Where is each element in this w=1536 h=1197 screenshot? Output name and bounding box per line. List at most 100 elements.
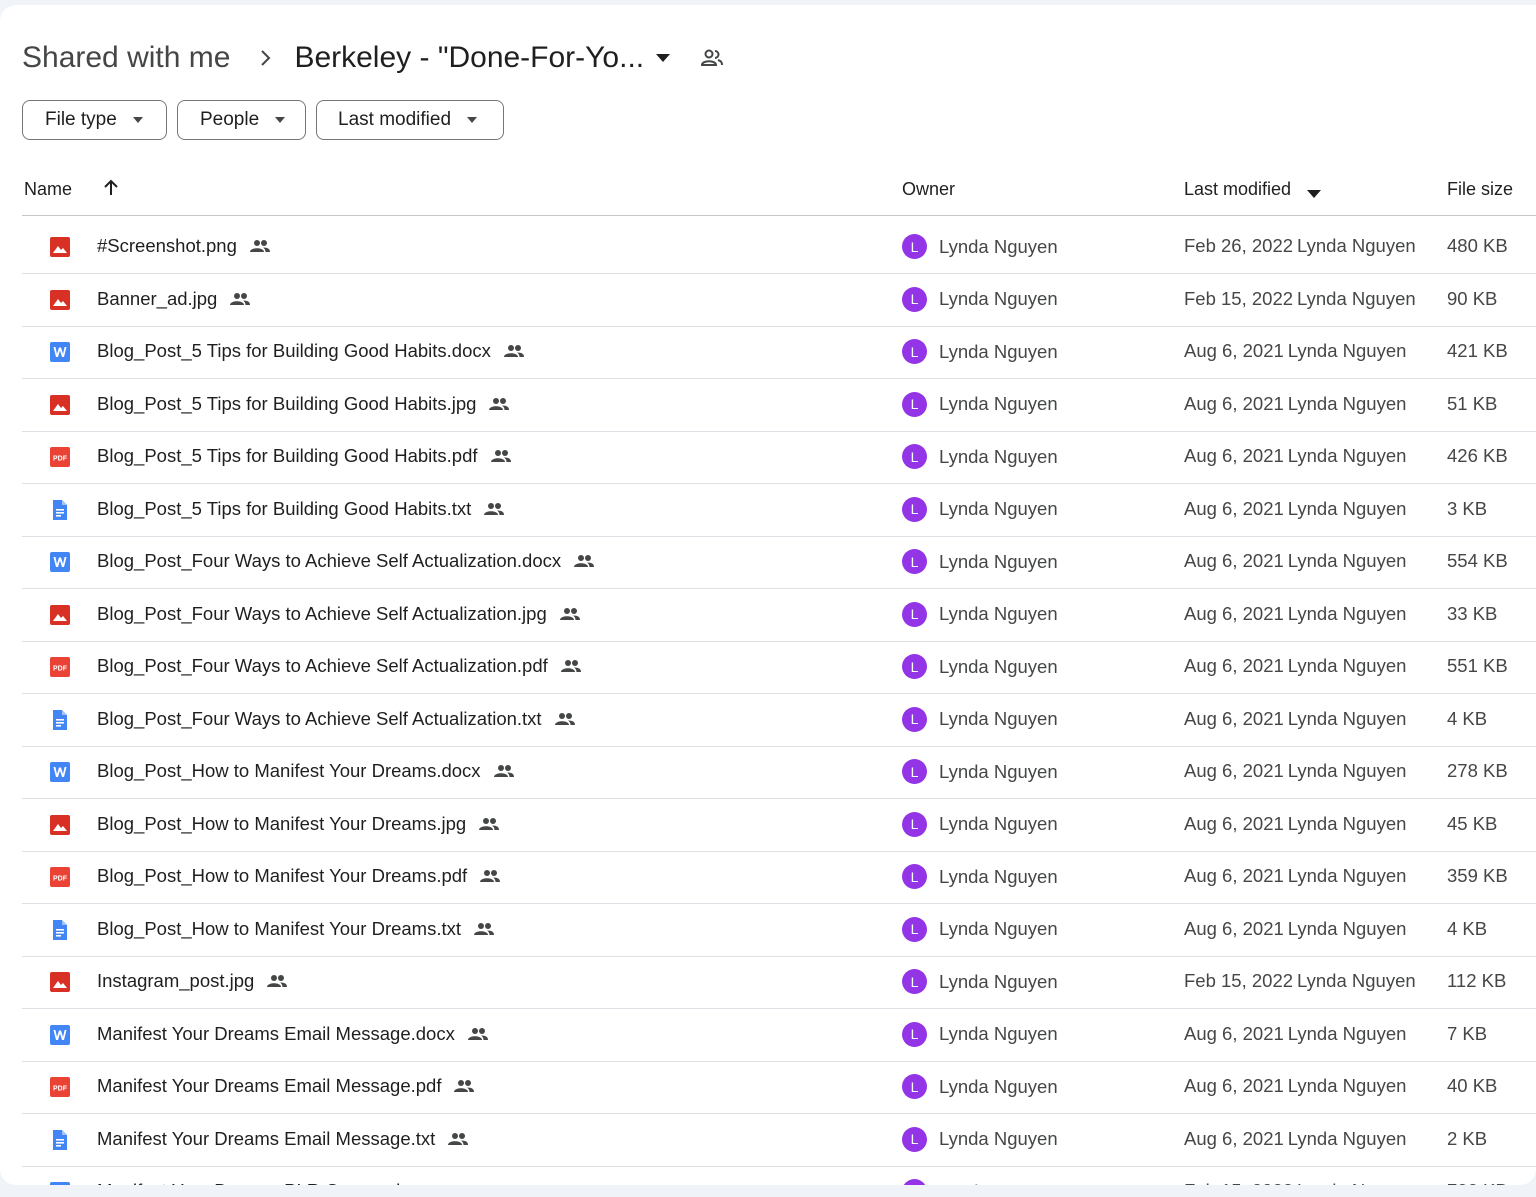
breadcrumb-shared-with-me[interactable]: Shared with me (22, 35, 230, 81)
image-file-icon (50, 394, 70, 415)
owner-cell: L Lynda Nguyen (902, 286, 1058, 312)
table-row[interactable]: Instagram_post.jpg L Lynda Nguyen Feb 15, 2… (22, 956, 1536, 1009)
owner-name: Lynda Nguyen (939, 393, 1058, 414)
avatar: L (902, 864, 927, 889)
owner-name: Lynda Nguyen (939, 708, 1058, 729)
column-header-name[interactable]: Name (24, 179, 72, 200)
owner-cell: L Lynda Nguyen (902, 1179, 1058, 1185)
modified-by: Lynda Nguyen (1287, 340, 1407, 361)
modified-by: Lynda Nguyen (1287, 497, 1407, 519)
column-header-owner[interactable]: Owner (902, 179, 955, 200)
owner-cell: L Lynda Nguyen (902, 969, 1058, 994)
word-file-icon (50, 342, 70, 362)
image-file-icon (50, 237, 70, 257)
file-size: 426 KB (1447, 445, 1508, 466)
avatar: L (902, 286, 927, 312)
file-size: 33 KB (1447, 602, 1498, 624)
file-size: 702 KB (1447, 1180, 1508, 1185)
file-type-filter[interactable]: File type (22, 100, 167, 140)
modified-date: Aug 6, 2021 (1184, 865, 1284, 886)
avatar: L (902, 706, 927, 732)
file-name-text: Blog_Post_How to Manifest Your Dreams.pd… (97, 865, 468, 886)
pdf-file-icon: PDF (50, 867, 70, 887)
filter-bar: File type People Last modified (22, 100, 504, 140)
file-size: 3 KB (1447, 497, 1488, 519)
file-name-text: Instagram_post.jpg (97, 970, 255, 991)
pdf-file-icon: PDF (50, 1077, 70, 1097)
table-row[interactable]: Blog_Post_Four Ways to Achieve Self Actu… (22, 536, 1536, 589)
column-header-last-modified[interactable]: Last modified (1184, 179, 1291, 200)
svg-text:PDF: PDF (53, 666, 68, 673)
table-row[interactable]: Manifest Your Dreams PLR Course.docx L Lyn… (22, 1166, 1536, 1185)
file-size: 40 KB (1447, 1075, 1498, 1096)
file-browser-panel: Shared with me Berkeley - "Done-For-Yo..… (0, 5, 1536, 1185)
pdf-file-icon: PDF (50, 447, 70, 467)
doc-file-icon (50, 709, 70, 730)
last-modified-cell: Aug 6, 2021 Lynda Nguyen (1184, 603, 1406, 625)
modified-by: Lynda Nguyen (1287, 445, 1407, 466)
people-filter-label: People (200, 109, 260, 130)
caret-down-icon (275, 117, 286, 123)
table-row[interactable]: Blog_Post_How to Manifest Your Dreams.tx… (22, 904, 1536, 957)
file-name-text: Manifest Your Dreams Email Message.docx (97, 1022, 455, 1044)
shared-folder-icon[interactable] (700, 49, 724, 67)
doc-file-icon (50, 1129, 70, 1150)
avatar: L (902, 759, 927, 784)
sort-dropdown-icon[interactable] (1307, 185, 1321, 203)
avatar: L (902, 1126, 927, 1152)
table-row[interactable]: Manifest Your Dreams Email Message.docx L… (22, 1009, 1536, 1062)
owner-name: Lynda Nguyen (939, 813, 1058, 834)
svg-text:PDF: PDF (53, 1086, 68, 1093)
avatar: L (902, 969, 927, 994)
owner-cell: L Lynda Nguyen (902, 1021, 1058, 1047)
modified-date: Aug 6, 2021 (1184, 760, 1284, 781)
table-row[interactable]: PDF Blog_Post_How to Manifest Your Dreams… (22, 851, 1536, 904)
image-file-icon (50, 814, 70, 835)
file-name: Blog_Post_5 Tips for Building Good Habit… (97, 498, 505, 520)
modified-date: Aug 6, 2021 (1184, 602, 1284, 624)
table-row[interactable]: Blog_Post_5 Tips for Building Good Habit… (22, 379, 1536, 432)
file-name-text: Manifest Your Dreams Email Message.txt (97, 1127, 436, 1149)
table-row[interactable]: PDF Blog_Post_5 Tips for Building Good Ha… (22, 431, 1536, 484)
table-row[interactable]: Banner_ad.jpg L Lynda Nguyen Feb 15, 2022 Ly… (22, 274, 1536, 327)
sort-ascending-icon[interactable] (102, 179, 120, 202)
table-row[interactable]: Blog_Post_How to Manifest Your Dreams.do… (22, 746, 1536, 799)
table-row[interactable]: Blog_Post_Four Ways to Achieve Self Actu… (22, 694, 1536, 747)
file-name-text: Banner_ad.jpg (97, 287, 218, 309)
avatar: L (902, 811, 927, 837)
table-row[interactable]: Blog_Post_5 Tips for Building Good Habit… (22, 326, 1536, 379)
table-row[interactable]: PDF Manifest Your Dreams Email Message.pd… (22, 1061, 1536, 1114)
table-row[interactable]: Blog_Post_5 Tips for Building Good Habit… (22, 484, 1536, 537)
people-filter[interactable]: People (177, 100, 306, 140)
modified-by: Lynda Nguyen (1287, 865, 1407, 886)
last-modified-filter[interactable]: Last modified (316, 100, 504, 140)
last-modified-cell: Aug 6, 2021 Lynda Nguyen (1184, 865, 1406, 887)
owner-name: Lynda Nguyen (939, 1023, 1058, 1044)
file-name-text: Blog_Post_5 Tips for Building Good Habit… (97, 445, 478, 466)
file-size: 90 KB (1447, 287, 1498, 309)
file-size: 551 KB (1447, 655, 1508, 676)
modified-date: Aug 6, 2021 (1184, 1022, 1284, 1044)
owner-cell: L Lynda Nguyen (902, 759, 1058, 784)
shared-people-icon (490, 449, 512, 463)
word-file-icon (50, 1182, 70, 1185)
avatar: L (902, 916, 927, 942)
table-row[interactable]: #Screenshot.png L Lynda Nguyen Feb 26, 2022… (22, 221, 1536, 274)
file-name-text: Blog_Post_How to Manifest Your Dreams.jp… (97, 812, 467, 834)
file-name: Blog_Post_5 Tips for Building Good Habit… (97, 340, 525, 362)
column-header-file-size[interactable]: File size (1447, 179, 1513, 200)
svg-text:PDF: PDF (53, 876, 68, 883)
shared-people-icon (478, 817, 500, 831)
table-row[interactable]: Blog_Post_How to Manifest Your Dreams.jp… (22, 799, 1536, 852)
breadcrumb-current-folder[interactable]: Berkeley - "Done-For-Yo... (294, 35, 644, 81)
table-row[interactable]: PDF Blog_Post_Four Ways to Achieve Self A… (22, 641, 1536, 694)
shared-people-icon (493, 764, 515, 778)
breadcrumb: Shared with me Berkeley - "Done-For-Yo..… (22, 35, 724, 81)
table-row[interactable]: Blog_Post_Four Ways to Achieve Self Actu… (22, 589, 1536, 642)
folder-menu-dropdown-icon[interactable] (656, 54, 671, 62)
last-modified-cell: Feb 15, 2022Lynda Nguyen (1184, 970, 1416, 992)
file-name-text: Manifest Your Dreams PLR Course.docx (97, 1180, 429, 1185)
last-modified-cell: Aug 6, 2021 Lynda Nguyen (1184, 813, 1406, 835)
file-name-text: #Screenshot.png (97, 235, 237, 256)
table-row[interactable]: Manifest Your Dreams Email Message.txt L L… (22, 1114, 1536, 1167)
